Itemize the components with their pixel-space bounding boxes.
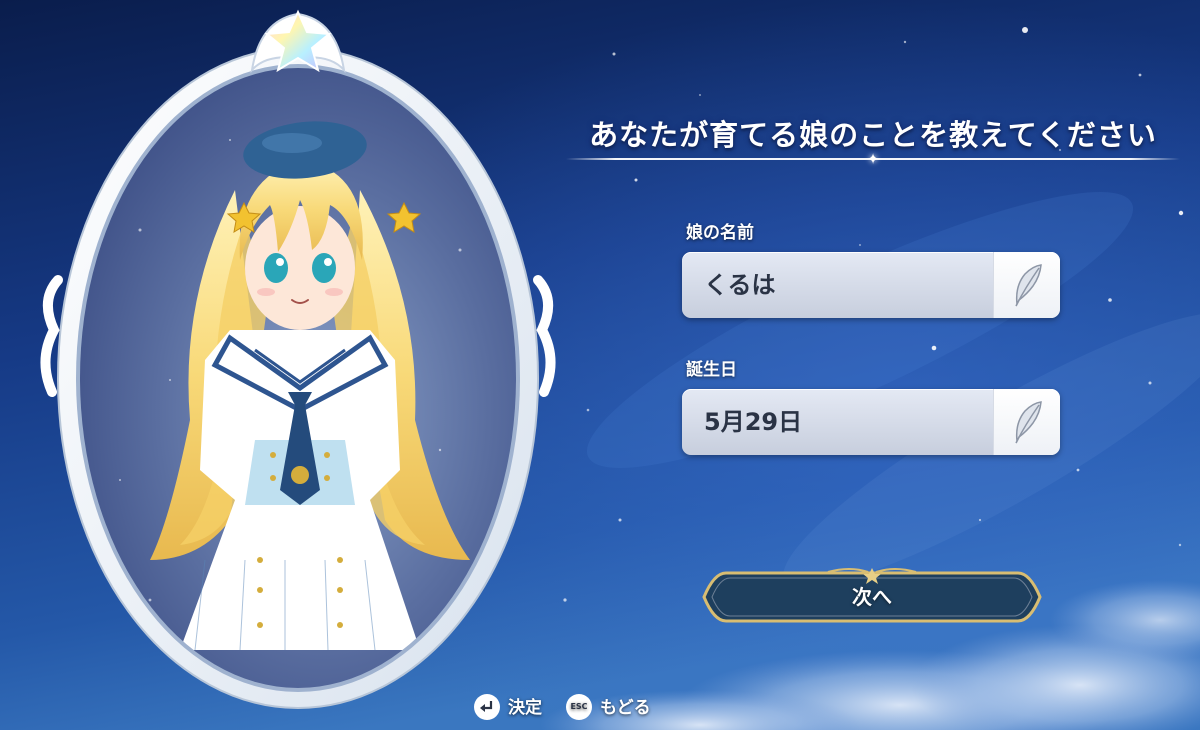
enter-key-icon [474,694,500,720]
daughter-name-field[interactable]: くるは [682,252,1060,318]
esc-key-icon: ESC [566,694,592,720]
feather-quill-icon [1015,401,1042,444]
feather-quill-icon [1015,264,1042,307]
daughter-portrait [40,9,556,709]
daughter-name-label: 娘の名前 [686,223,754,243]
back-hint-label: もどる [600,698,651,718]
edit-name-button[interactable] [993,252,1060,318]
next-button-label: 次へ [852,585,892,609]
edit-birthday-button[interactable] [993,389,1060,455]
birthday-field[interactable]: 5月29日 [682,389,1060,455]
confirm-hint[interactable]: 決定 [474,694,556,722]
confirm-hint-label: 決定 [508,698,542,718]
page-title: あなたが育てる娘のことを教えてください [589,118,1157,152]
divider-star-icon: ✦ [866,150,880,168]
birthday-label: 誕生日 [686,360,737,380]
back-hint[interactable]: ESC もどる [566,694,662,722]
next-button[interactable]: 次へ [700,568,1044,626]
birthday-value: 5月29日 [704,408,803,436]
daughter-name-value: くるは [704,271,776,299]
